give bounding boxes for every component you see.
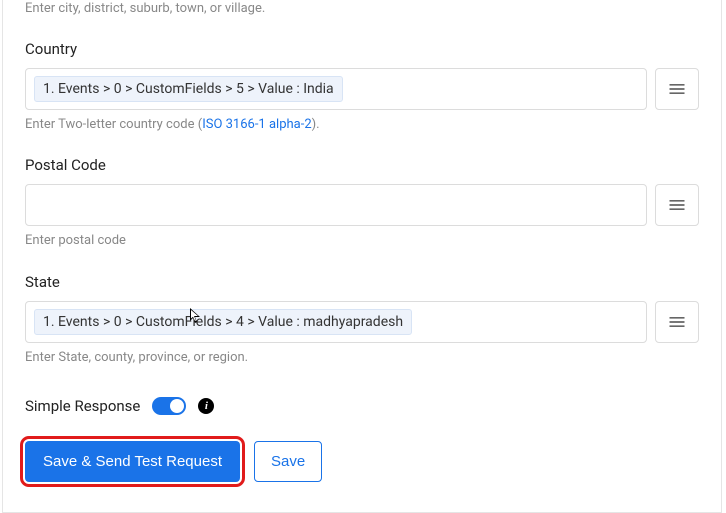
country-helper: Enter Two-letter country code (ISO 3166-… <box>25 116 699 134</box>
city-helper: Enter city, district, suburb, town, or v… <box>25 0 699 18</box>
save-button[interactable]: Save <box>254 441 322 482</box>
postal-helper: Enter postal code <box>25 232 699 250</box>
save-send-test-button[interactable]: Save & Send Test Request <box>25 441 240 482</box>
country-chip[interactable]: 1. Events > 0 > CustomFields > 5 > Value… <box>34 76 343 102</box>
menu-icon <box>667 79 687 99</box>
state-chip[interactable]: 1. Events > 0 > CustomFields > 4 > Value… <box>34 309 412 335</box>
iso-link[interactable]: ISO 3166-1 alpha-2 <box>202 117 311 132</box>
postal-input[interactable] <box>25 184 647 226</box>
country-label: Country <box>25 40 699 58</box>
country-helper-suffix: ). <box>312 117 320 132</box>
postal-menu-button[interactable] <box>655 184 699 226</box>
state-label: State <box>25 273 699 291</box>
simple-response-label: Simple Response <box>25 397 140 415</box>
state-input[interactable]: 1. Events > 0 > CustomFields > 4 > Value… <box>25 301 647 343</box>
country-menu-button[interactable] <box>655 68 699 110</box>
form-panel: Enter city, district, suburb, town, or v… <box>2 0 722 513</box>
state-helper: Enter State, county, province, or region… <box>25 349 699 367</box>
state-menu-button[interactable] <box>655 301 699 343</box>
country-helper-prefix: Enter Two-letter country code ( <box>25 117 202 132</box>
country-row: 1. Events > 0 > CustomFields > 5 > Value… <box>25 68 699 110</box>
postal-label: Postal Code <box>25 156 699 174</box>
simple-response-row: Simple Response i <box>25 397 699 415</box>
menu-icon <box>667 312 687 332</box>
button-row: Save & Send Test Request Save <box>25 441 699 482</box>
simple-response-toggle[interactable] <box>152 397 186 415</box>
country-input[interactable]: 1. Events > 0 > CustomFields > 5 > Value… <box>25 68 647 110</box>
menu-icon <box>667 195 687 215</box>
postal-row <box>25 184 699 226</box>
info-icon[interactable]: i <box>198 398 214 414</box>
state-row: 1. Events > 0 > CustomFields > 4 > Value… <box>25 301 699 343</box>
